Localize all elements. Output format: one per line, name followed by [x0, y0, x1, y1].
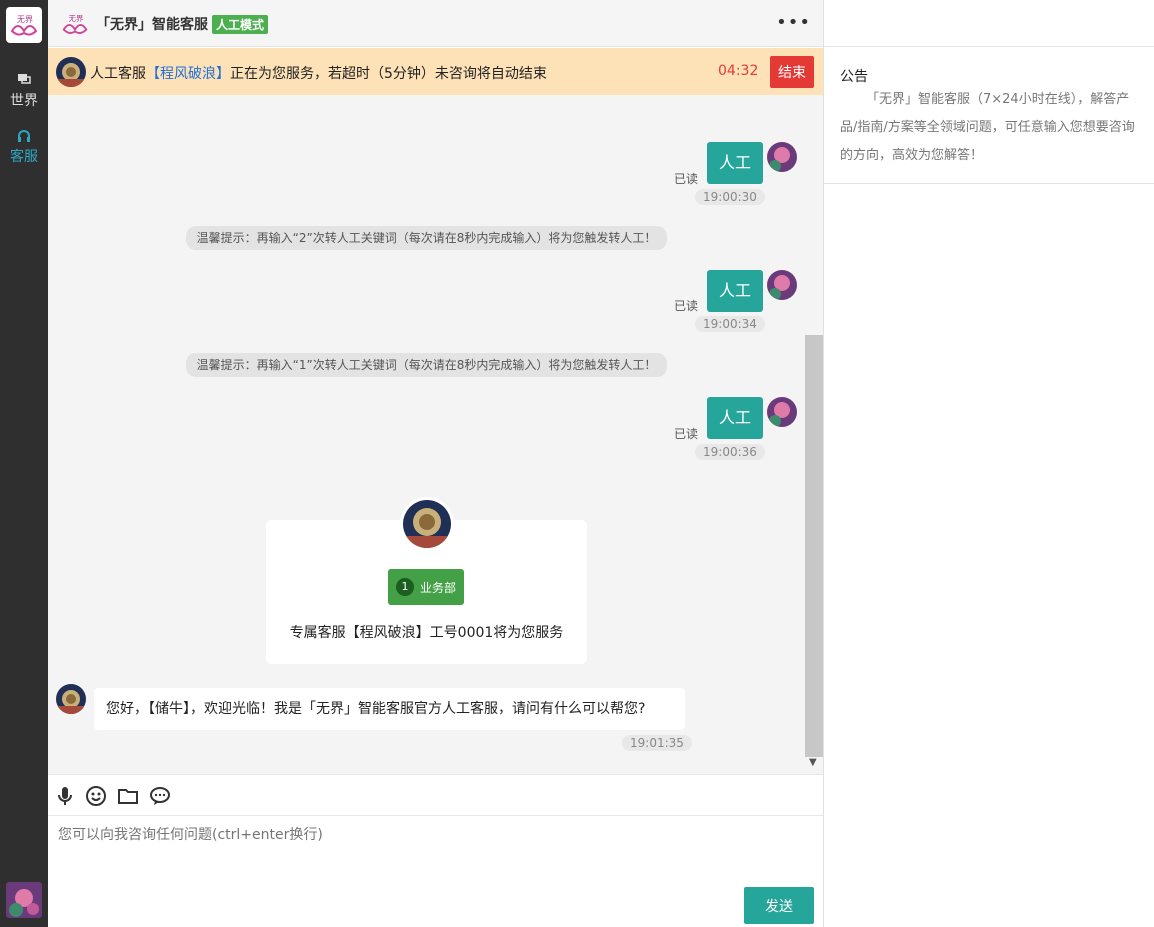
- agent-card-avatar: [400, 497, 454, 551]
- microphone-icon[interactable]: [54, 785, 76, 807]
- department-number: 1: [396, 578, 414, 596]
- lotus-logo-icon: 无界: [62, 14, 88, 34]
- mode-badge: 人工模式: [212, 15, 269, 34]
- announcement: 公告 「无界」智能客服（7×24小时在线），解答产品/指南/方案等全领域问题，可…: [824, 48, 1154, 184]
- message-timestamp: 19:00:34: [695, 316, 765, 332]
- department-label: 业务部: [420, 580, 457, 595]
- scrollbar-thumb[interactable]: [805, 335, 823, 757]
- announcement-body: 「无界」智能客服（7×24小时在线），解答产品/指南/方案等全领域问题，可任意输…: [840, 92, 1135, 163]
- nav-world-label: 世界: [10, 93, 38, 109]
- agent-intro-text: 专属客服【程风破浪】工号0001将为您服务: [289, 625, 564, 641]
- read-status: 已读: [674, 172, 699, 186]
- chat-scrollbar[interactable]: ▼: [805, 95, 823, 774]
- outgoing-message[interactable]: 人工: [707, 142, 764, 184]
- system-tip: 温馨提示：再输入“1”次转人工关键词（每次请在8秒内完成输入）将为您触发转人工！: [186, 353, 667, 377]
- emoji-icon[interactable]: [85, 785, 107, 807]
- service-suffix: 正在为您服务，若超时（5分钟）未咨询将自动结束: [230, 66, 547, 82]
- user-message-avatar: [767, 397, 797, 427]
- message-input[interactable]: [58, 827, 808, 843]
- more-options-icon[interactable]: •••: [776, 12, 811, 33]
- outgoing-message[interactable]: 人工: [707, 397, 764, 439]
- chat-title-text: 「无界」智能客服: [96, 17, 208, 33]
- svg-text:无界: 无界: [17, 15, 33, 24]
- folder-icon[interactable]: [117, 785, 139, 807]
- right-panel-header: [824, 0, 1154, 47]
- header-logo: 无界: [60, 9, 90, 39]
- message-timestamp: 19:00:36: [695, 444, 765, 460]
- system-tip: 温馨提示：再输入“2”次转人工关键词（每次请在8秒内完成输入）将为您触发转人工！: [186, 226, 667, 250]
- message-timestamp: 19:00:30: [695, 189, 765, 205]
- svg-text:无界: 无界: [68, 14, 83, 23]
- app-logo[interactable]: 无界: [6, 7, 42, 43]
- message-composer: 发送: [48, 774, 823, 927]
- outgoing-message[interactable]: 人工: [707, 270, 764, 312]
- nav-world[interactable]: 世界: [0, 72, 48, 110]
- incoming-message[interactable]: 您好，【储牛】，欢迎光临！我是「无界」智能客服官方人工客服，请问有什么可以帮您?: [94, 688, 685, 730]
- read-status: 已读: [674, 299, 699, 313]
- chat-title: 「无界」智能客服 人工模式: [96, 14, 269, 34]
- left-rail: 无界 世界 客服: [0, 0, 48, 927]
- service-prefix: 人工客服: [90, 66, 146, 82]
- composer-toolbar: [48, 775, 823, 816]
- chat-bubbles-icon: [0, 72, 48, 90]
- scroll-down-arrow-icon[interactable]: ▼: [809, 757, 817, 768]
- send-button[interactable]: 发送: [744, 887, 814, 924]
- nav-customer-service-label: 客服: [10, 149, 38, 165]
- countdown-timer: 04:32: [718, 63, 759, 79]
- service-banner: 人工客服【程风破浪】正在为您服务，若超时（5分钟）未咨询将自动结束 04:32 …: [48, 48, 823, 95]
- agent-message-avatar: [56, 684, 86, 714]
- announcement-panel: 公告 「无界」智能客服（7×24小时在线），解答产品/指南/方案等全领域问题，可…: [823, 0, 1154, 927]
- user-message-avatar: [767, 270, 797, 300]
- lotus-logo-icon: 无界: [10, 15, 38, 36]
- announcement-title: 公告: [840, 69, 868, 85]
- read-status: 已读: [674, 427, 699, 441]
- message-timestamp: 19:01:35: [622, 735, 692, 751]
- service-status-text: 人工客服【程风破浪】正在为您服务，若超时（5分钟）未咨询将自动结束: [90, 63, 547, 83]
- chat-messages[interactable]: 已读 人工 19:00:30 温馨提示：再输入“2”次转人工关键词（每次请在8秒…: [48, 95, 823, 774]
- chat-header: 无界 「无界」智能客服 人工模式 •••: [48, 0, 823, 47]
- agent-avatar: [56, 57, 86, 87]
- agent-name-link[interactable]: 【程风破浪】: [146, 66, 230, 82]
- headset-icon: [0, 128, 48, 146]
- nav-customer-service[interactable]: 客服: [0, 128, 48, 166]
- speech-bubble-icon[interactable]: [149, 785, 171, 807]
- department-badge[interactable]: 1 业务部: [388, 569, 465, 605]
- user-message-avatar: [767, 142, 797, 172]
- end-session-button[interactable]: 结束: [770, 56, 814, 88]
- user-avatar[interactable]: [6, 882, 42, 918]
